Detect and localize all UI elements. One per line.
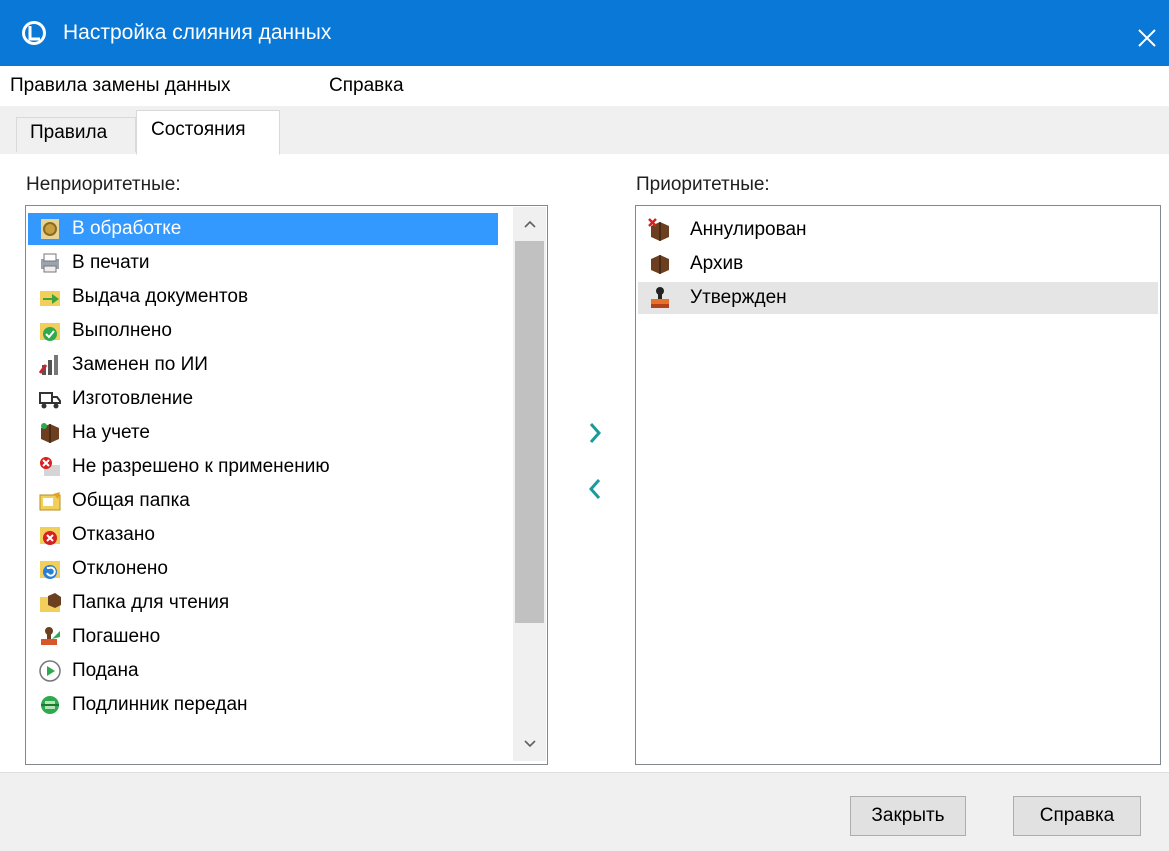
list-item[interactable]: Утвержден: [638, 282, 1158, 314]
item-label: В печати: [72, 252, 150, 273]
item-label: Общая папка: [72, 490, 190, 511]
menu-bar: Правила замены данных Справка: [0, 66, 1169, 106]
box-accounted-icon: [41, 423, 59, 443]
dialog-footer: [0, 772, 1169, 851]
original-transferred-icon: [41, 696, 59, 714]
folder-check-icon: [40, 323, 60, 341]
list-item[interactable]: Подлинник передан: [28, 689, 498, 721]
item-label: Аннулирован: [690, 219, 807, 240]
close-icon[interactable]: [1137, 28, 1157, 48]
app-logo-icon: [22, 21, 46, 45]
item-label: Архив: [690, 253, 744, 274]
list-item[interactable]: Архив: [638, 248, 1158, 280]
list-item[interactable]: Подана: [28, 655, 498, 687]
title-bar: Настройка слияния данных: [0, 0, 1169, 66]
item-label: В обработке: [72, 218, 182, 239]
list-item[interactable]: Заменен по ИИ: [28, 349, 498, 381]
item-label: Утвержден: [690, 287, 787, 308]
list-item[interactable]: Погашено: [28, 621, 498, 653]
gear-processing-icon: [41, 219, 59, 239]
chart-replace-icon: [38, 355, 58, 375]
item-label: Отклонено: [72, 558, 168, 579]
forbidden-icon: [40, 457, 60, 476]
non-priority-list[interactable]: В обработке В печати Выдача документов В…: [25, 205, 548, 765]
folder-arrow-icon: [40, 291, 60, 306]
non-priority-label: Неприоритетные:: [26, 174, 181, 195]
item-label: Отказано: [72, 524, 155, 545]
list-item[interactable]: В обработке: [28, 213, 498, 245]
move-left-icon[interactable]: [583, 474, 607, 504]
item-label: Погашено: [72, 626, 161, 647]
folder-rejected-icon: [40, 561, 60, 579]
item-label: Папка для чтения: [72, 592, 230, 613]
list-item[interactable]: Выполнено: [28, 315, 498, 347]
item-label: Подлинник передан: [72, 694, 248, 715]
priority-list[interactable]: Аннулирован Архив Утвержден: [635, 205, 1161, 765]
scroll-thumb[interactable]: [515, 241, 544, 623]
menu-replace-rules[interactable]: Правила замены данных: [10, 75, 231, 97]
tab-rules-label: Правила: [30, 122, 108, 143]
folder-read-icon: [40, 593, 61, 612]
tab-states-label: Состояния: [151, 119, 246, 140]
box-archive-icon: [651, 255, 669, 274]
help-button[interactable]: Справка: [1013, 796, 1141, 836]
list-item[interactable]: Аннулирован: [638, 214, 1158, 246]
list-item[interactable]: Изготовление: [28, 383, 498, 415]
play-circle-icon: [39, 660, 61, 682]
stamp-approved-icon: [651, 287, 669, 308]
priority-label: Приоритетные:: [636, 174, 770, 195]
folder-refused-icon: [40, 527, 60, 545]
printer-icon: [41, 253, 59, 273]
list-item[interactable]: Отказано: [28, 519, 498, 551]
scroll-up-icon[interactable]: [522, 216, 538, 232]
list-item[interactable]: Выдача документов: [28, 281, 498, 313]
list-item[interactable]: Не разрешено к применению: [28, 451, 498, 483]
item-label: Заменен по ИИ: [72, 354, 208, 375]
tab-states[interactable]: Состояния: [136, 110, 280, 155]
tab-rules[interactable]: Правила: [16, 117, 136, 152]
shared-folder-icon: [39, 492, 61, 511]
item-label: Изготовление: [72, 388, 194, 409]
box-cancelled-icon: [648, 218, 669, 241]
list-item[interactable]: Папка для чтения: [28, 587, 498, 619]
list-scrollbar[interactable]: [513, 207, 546, 761]
item-label: Выполнено: [72, 320, 172, 341]
stamp-repaid-icon: [41, 627, 60, 645]
menu-help[interactable]: Справка: [329, 75, 404, 97]
item-label: Подана: [72, 660, 139, 681]
states-panel: Неприоритетные: Приоритетные: В обработк…: [0, 154, 1169, 772]
scroll-down-icon[interactable]: [522, 736, 538, 752]
list-item[interactable]: На учете: [28, 417, 498, 449]
window-title: Настройка слияния данных: [63, 21, 332, 44]
item-label: Выдача документов: [72, 286, 249, 307]
move-right-icon[interactable]: [583, 418, 607, 448]
item-label: Не разрешено к применению: [72, 456, 330, 477]
merge-settings-window: Настройка слияния данных Правила замены …: [0, 0, 1169, 851]
item-label: На учете: [72, 422, 150, 443]
truck-icon: [39, 392, 61, 409]
list-item[interactable]: В печати: [28, 247, 498, 279]
close-button[interactable]: Закрыть: [850, 796, 966, 836]
list-item[interactable]: Отклонено: [28, 553, 498, 585]
list-item[interactable]: Общая папка: [28, 485, 498, 517]
